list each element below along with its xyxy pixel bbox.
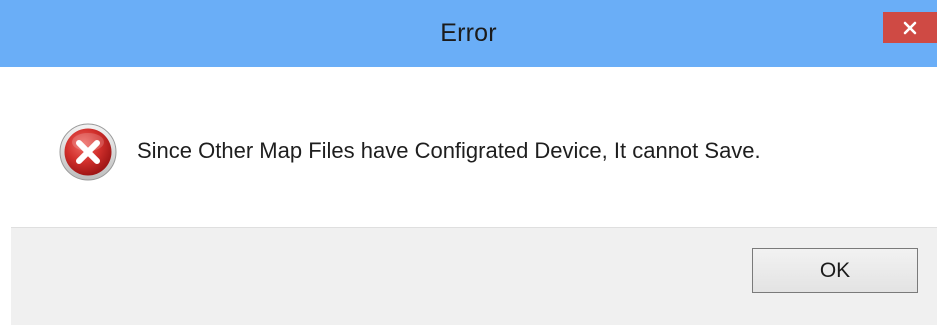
message-area: Since Other Map Files have Configrated D… <box>11 67 937 227</box>
ok-button[interactable]: OK <box>752 248 918 293</box>
dialog-body: Since Other Map Files have Configrated D… <box>11 67 937 325</box>
error-icon <box>58 122 118 182</box>
close-button[interactable] <box>883 12 937 43</box>
close-icon <box>902 20 918 36</box>
error-dialog: Error Since Other Map Files have Configr… <box>0 0 937 325</box>
error-message: Since Other Map Files have Configrated D… <box>137 138 761 163</box>
title-bar[interactable]: Error <box>0 0 937 67</box>
dialog-title: Error <box>440 19 497 47</box>
button-bar: OK <box>11 227 937 325</box>
